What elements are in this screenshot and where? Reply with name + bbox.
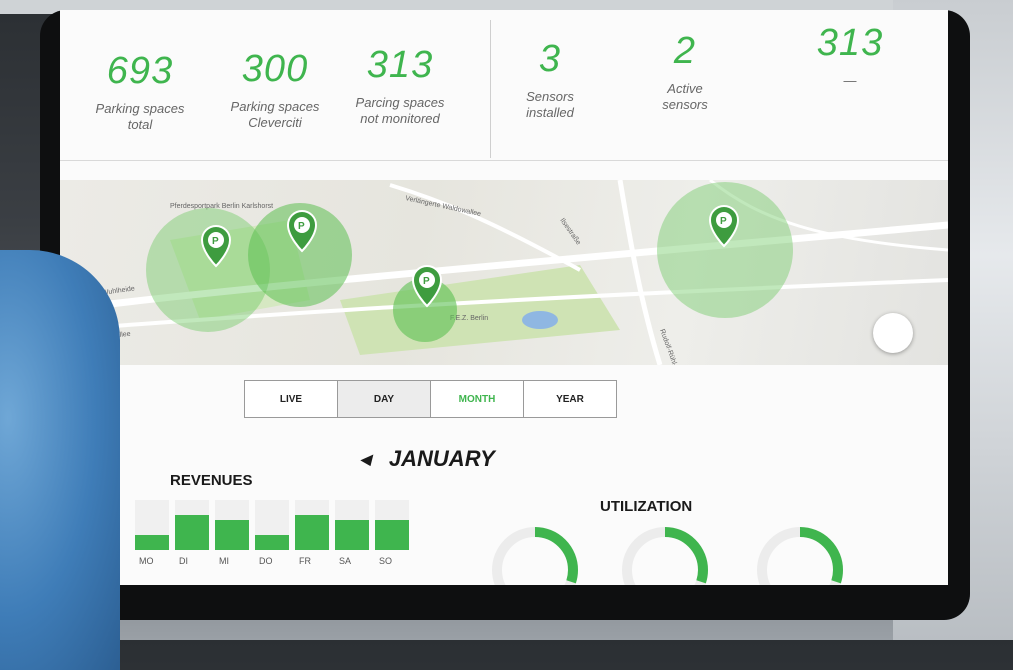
utilization-chart <box>492 527 843 585</box>
stat-value: 693 <box>106 50 174 92</box>
svg-text:P: P <box>720 216 727 227</box>
lake <box>522 311 558 329</box>
period-live-button[interactable]: LIVE <box>244 380 338 418</box>
map-label: Rudolf-Rühl-Allee <box>658 328 683 365</box>
revenue-day-label: SO <box>379 556 392 566</box>
stat-value: 3 <box>538 38 562 80</box>
revenue-bar[interactable] <box>215 520 249 550</box>
map-zoom-button[interactable] <box>873 313 913 353</box>
revenue-bar[interactable] <box>135 535 169 550</box>
period-selector: LIVE DAY MONTH YEAR <box>244 380 617 418</box>
revenue-day-label: SA <box>339 556 351 566</box>
chevron-left-icon[interactable]: ◀ <box>360 451 371 467</box>
stat-parking-not-monitored: 313 Parcing spaces not monitored <box>325 44 475 127</box>
svg-text:P: P <box>423 276 430 287</box>
map-label: Pferdesportpark Berlin Karlshorst <box>170 203 273 210</box>
revenue-bar[interactable] <box>255 535 289 550</box>
revenue-bar[interactable] <box>335 520 369 550</box>
stat-value: 2 <box>673 30 697 72</box>
utilization-title: UTILIZATION <box>600 498 693 515</box>
revenue-day-label: MO <box>139 556 154 566</box>
stat-parking-total: 693 Parking spaces total <box>65 50 215 133</box>
dashboard-screen: 693 Parking spaces total 300 Parking spac… <box>60 10 948 585</box>
svg-text:P: P <box>298 221 305 232</box>
revenues-chart: MO DI MI DO FR SA SO <box>135 500 409 566</box>
revenue-day-label: DI <box>179 556 188 566</box>
month-navigation: ◀ JANUARY <box>360 446 495 472</box>
stat-active-sensors: 2 Active sensors <box>610 30 760 113</box>
stats-bar: 693 Parking spaces total 300 Parking spac… <box>60 10 948 161</box>
revenue-day-label: MI <box>219 556 229 566</box>
road <box>617 180 663 365</box>
revenues-title: REVENUES <box>170 472 253 489</box>
period-month-button[interactable]: MONTH <box>430 380 524 418</box>
stat-extra: 313 — <box>775 22 925 89</box>
map-label: Verlängerte Waldowallee <box>405 195 482 218</box>
parking-map[interactable]: Pferdesportpark Berlin Karlshorst Verlän… <box>60 180 948 365</box>
revenue-bar[interactable] <box>375 520 409 550</box>
map-label: Ilsestraße <box>558 217 581 246</box>
revenue-day-label: FR <box>299 556 311 566</box>
period-year-button[interactable]: YEAR <box>523 380 617 418</box>
stat-label: Sensors installed <box>526 89 574 120</box>
monitor-bezel: 693 Parking spaces total 300 Parking spac… <box>40 10 970 620</box>
revenue-bar[interactable] <box>295 515 329 550</box>
stat-value: 313 <box>366 44 434 86</box>
revenue-day-label: DO <box>259 556 273 566</box>
revenue-bar[interactable] <box>175 515 209 550</box>
period-day-button[interactable]: DAY <box>337 380 431 418</box>
svg-text:P: P <box>212 236 219 247</box>
stat-label: Parcing spaces not monitored <box>355 95 445 126</box>
stat-label: — <box>843 73 857 88</box>
stat-label: Active sensors <box>662 81 708 112</box>
map-canvas: Pferdesportpark Berlin Karlshorst Verlän… <box>60 180 948 365</box>
sensor-zone[interactable] <box>657 182 793 318</box>
stat-sensors-installed: 3 Sensors installed <box>475 38 625 121</box>
stat-value: 313 <box>816 22 884 64</box>
stat-label: Parking spaces total <box>95 101 185 132</box>
person-shoulder <box>0 250 120 670</box>
month-label: JANUARY <box>388 446 495 471</box>
